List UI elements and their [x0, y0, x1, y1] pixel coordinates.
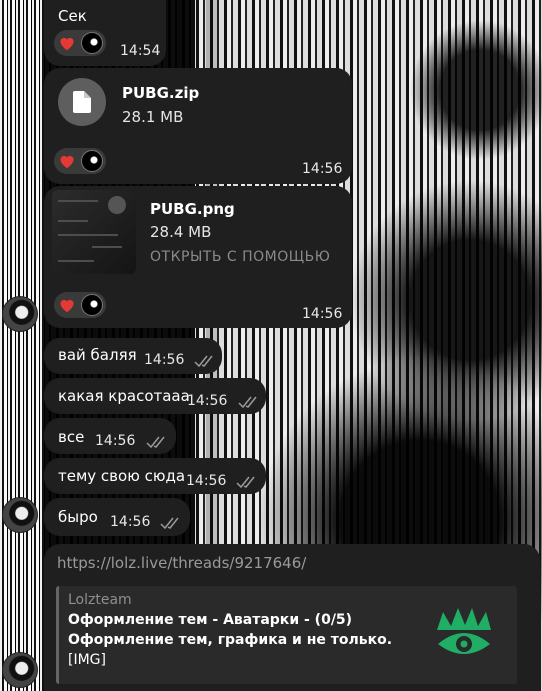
thumbnail-detail	[58, 260, 94, 262]
message-time: 14:56	[186, 473, 227, 489]
reaction-chip[interactable]	[54, 292, 106, 318]
message-text: тему свою сюда	[58, 467, 186, 485]
thumbnail-detail	[58, 200, 98, 202]
thumbnail-detail	[58, 234, 118, 236]
double-check-icon	[194, 355, 213, 368]
heart-icon	[57, 151, 77, 171]
thread-link[interactable]: https://lolz.live/threads/9217646/	[57, 554, 306, 572]
sender-avatar[interactable]	[2, 296, 38, 332]
file-name: PUBG.png	[150, 200, 235, 218]
sender-avatar[interactable]	[2, 652, 38, 688]
message-time: 14:56	[302, 161, 343, 177]
preview-site-name: Lolzteam	[68, 592, 132, 608]
file-name: PUBG.zip	[122, 84, 200, 102]
double-check-icon	[160, 517, 179, 530]
reactor-avatar	[81, 32, 103, 54]
message-bubble[interactable]: вай баляя 14:56	[44, 338, 222, 374]
sender-avatar[interactable]	[2, 497, 38, 533]
message-bubble[interactable]: Сек 14:54	[44, 0, 166, 66]
double-check-icon	[236, 476, 255, 489]
message-time: 14:56	[110, 514, 151, 530]
message-bubble[interactable]: быро 14:56	[44, 498, 190, 536]
preview-description: Оформление тем, графика и не только.	[68, 632, 393, 648]
message-bubble[interactable]: все 14:56	[44, 418, 176, 454]
reactor-avatar	[81, 150, 103, 172]
file-size: 28.1 MB	[122, 108, 184, 126]
wallpaper-strip	[0, 0, 44, 691]
file-size: 28.4 MB	[150, 223, 212, 241]
message-text: все	[58, 428, 85, 446]
message-text: быро	[58, 508, 98, 526]
link-preview[interactable]: Lolzteam Оформление тем - Аватарки - (0/…	[56, 586, 517, 684]
reaction-chip[interactable]	[54, 148, 106, 174]
reactor-avatar	[81, 294, 103, 316]
message-time: 14:56	[95, 433, 136, 449]
double-check-icon	[146, 436, 165, 449]
message-text: какая красотааа	[58, 387, 190, 405]
heart-icon	[57, 295, 77, 315]
message-text: Сек	[58, 7, 87, 25]
double-check-icon	[238, 396, 257, 409]
file-message-bubble[interactable]: PUBG.zip 28.1 MB 14:56	[44, 68, 352, 184]
message-text: вай баляя	[58, 346, 137, 364]
file-message-bubble[interactable]: PUBG.png 28.4 MB ОТКРЫТЬ С ПОМОЩЬЮ 14:56	[44, 186, 352, 328]
thumbnail-detail	[58, 220, 88, 222]
message-time: 14:54	[120, 43, 161, 59]
preview-extra: [IMG]	[68, 652, 106, 668]
document-icon[interactable]	[58, 78, 106, 126]
message-bubble[interactable]: тему свою сюда 14:56	[44, 458, 266, 494]
link-message-bubble[interactable]: https://lolz.live/threads/9217646/ Lolzt…	[44, 544, 540, 691]
message-bubble[interactable]: какая красотааа 14:56	[44, 378, 266, 414]
reaction-chip[interactable]	[54, 30, 106, 56]
thumbnail-detail	[92, 246, 122, 248]
image-thumbnail[interactable]	[52, 190, 136, 274]
heart-icon	[57, 33, 77, 53]
preview-title: Оформление тем - Аватарки - (0/5)	[68, 612, 353, 628]
message-time: 14:56	[144, 352, 185, 368]
eye-crown-logo	[437, 608, 491, 654]
open-with-button[interactable]: ОТКРЫТЬ С ПОМОЩЬЮ	[150, 249, 330, 265]
message-time: 14:56	[187, 393, 228, 409]
thumbnail-detail	[108, 196, 126, 214]
message-time: 14:56	[302, 306, 343, 322]
